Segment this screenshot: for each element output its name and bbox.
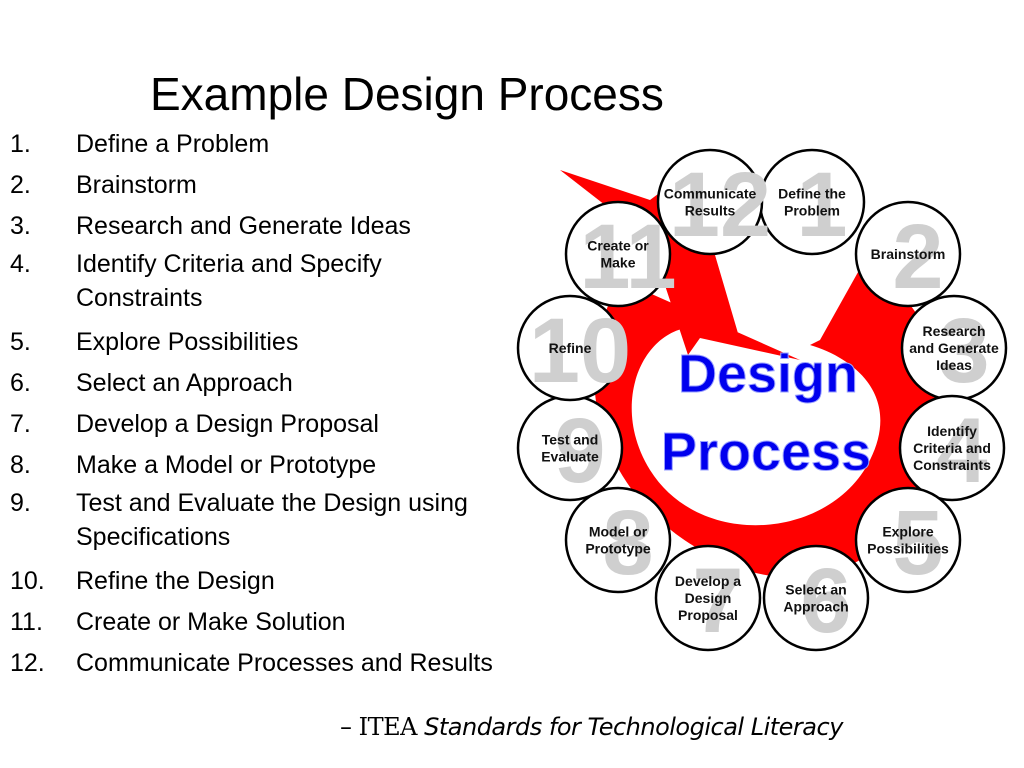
stage-label: Prototype [585,541,651,557]
stage-label: Communicate [664,186,757,202]
stage-label: Constraints [913,457,991,473]
step-item: 1. Define a Problem [10,124,493,165]
stage-3: 3Researchand GenerateIdeas [900,294,1008,402]
stage-1: 1Define theProblem [758,148,866,256]
stage-label: Test and [542,432,599,448]
stage-label: Evaluate [541,449,599,465]
stage-label: Define the [778,186,846,202]
step-item: 3. Research and Generate Ideas [10,206,493,247]
stage-5: 5ExplorePossibilities [854,486,962,594]
stage-label: Possibilities [867,541,949,557]
step-text-continued: Specifications [76,523,231,551]
center-title: Design Process [660,344,871,483]
center-title-line1: Design [678,344,858,404]
step-number: 3. [10,212,31,240]
step-item: 7. Develop a Design Proposal [10,404,493,445]
step-number: 7. [10,410,31,438]
step-number: 8. [10,451,31,479]
stage-label: Ideas [936,357,972,373]
step-text: Develop a Design Proposal [76,410,379,438]
step-item: 9. Test and Evaluate the Design using Spec… [10,486,493,554]
stage-label: Approach [783,599,848,615]
design-process-diagram: Design Process 1Define theProblem 2Brains… [516,148,1008,652]
stage-label: Refine [549,340,592,356]
step-number: 11. [10,608,43,636]
step-text: Test and Evaluate the Design using [76,489,468,517]
step-item: 2. Brainstorm [10,165,493,206]
stage-2: 2Brainstorm [854,200,962,308]
step-number: 5. [10,328,31,356]
step-item: 10. Refine the Design [10,561,493,602]
stage-label: Make [600,255,635,271]
stage-10: 10Refine [516,294,631,402]
step-text: Define a Problem [76,130,270,158]
slide-title: Example Design Process [150,68,664,120]
step-text: Brainstorm [76,171,197,199]
step-text-continued: Constraints [76,284,203,312]
step-text: Communicate Processes and Results [76,649,493,677]
citation-dash: – [340,713,359,741]
step-text: Identify Criteria and Specify [76,250,382,278]
stage-label: and Generate [909,340,999,356]
stage-label: Model or [589,524,648,540]
step-item: 11. Create or Make Solution [10,602,493,643]
stage-label: Research [922,323,985,339]
step-text: Create or Make Solution [76,608,346,636]
step-item: 5. Explore Possibilities [10,322,493,363]
stage-label: Proposal [678,607,738,623]
stage-label: Create or [587,238,649,254]
stage-label: Explore [882,524,934,540]
step-number: 12. [10,649,45,677]
center-title-line2: Process [661,422,871,482]
step-number: 1. [10,130,31,158]
citation: – ITEA Standards for Technological Liter… [340,713,843,741]
step-text: Research and Generate Ideas [76,212,411,240]
step-number: 6. [10,369,31,397]
step-number: 4. [10,250,31,278]
stage-12: 12CommunicateResults [656,148,771,256]
stage-6: 6Select anApproach [762,544,870,652]
step-number: 9. [10,489,31,517]
step-text: Explore Possibilities [76,328,299,356]
stage-label: Criteria and [913,440,991,456]
stage-label: Brainstorm [871,246,946,262]
step-item: 6. Select an Approach [10,363,493,404]
stage-label: Design [685,590,732,606]
stage-label: Select an [785,582,846,598]
stage-4: 4IdentifyCriteria andConstraints [898,394,1006,502]
step-item: 4. Identify Criteria and Specify Constrain… [10,247,493,315]
step-text: Select an Approach [76,369,293,397]
citation-org: ITEA [358,713,418,741]
step-number: 10. [10,567,45,595]
stage-9: 9Test andEvaluate [516,394,624,502]
step-text: Refine the Design [76,567,275,595]
stage-label: Results [685,203,736,219]
stage-label: Problem [784,203,840,219]
stage-7: 7Develop aDesignProposal [654,544,762,652]
stage-8: 8Model orPrototype [564,486,672,594]
step-number: 2. [10,171,31,199]
design-steps-list: 1. Define a Problem 2. Brainstorm 3. Resear… [10,124,493,684]
citation-work: Standards for Technological Literacy [424,713,843,741]
step-text: Make a Model or Prototype [76,451,377,479]
step-item: 12. Communicate Processes and Results [10,643,493,684]
stage-label: Develop a [675,573,741,589]
stage-label: Identify [927,423,977,439]
step-item: 8. Make a Model or Prototype [10,445,493,486]
